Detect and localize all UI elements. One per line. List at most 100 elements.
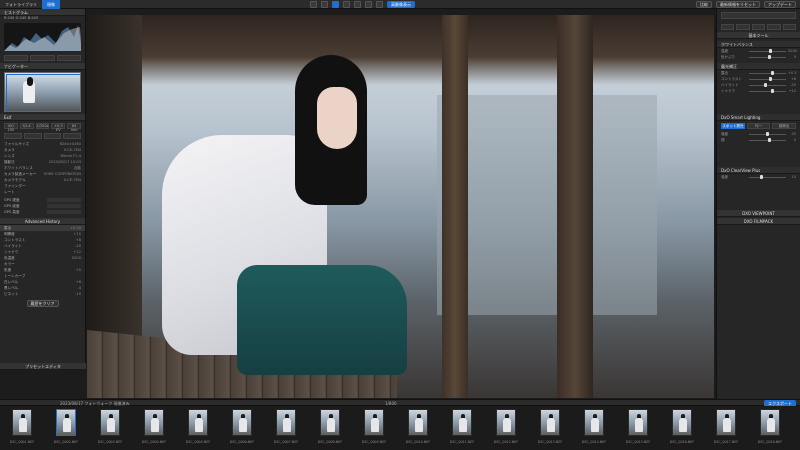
filmstrip-thumbnail[interactable]: DSC_0008.NEF [311,409,349,447]
navigator-title: ナビゲーター [4,64,28,69]
zoom-100-button[interactable] [321,1,328,8]
palette-icon[interactable] [721,24,735,30]
high-res-view-button[interactable]: 高解像表示 [387,1,415,8]
gps-field[interactable] [47,198,81,202]
thumbnail-image [320,409,340,436]
thumbnail-image [408,409,428,436]
filmstrip-thumbnail[interactable]: DSC_0009.NEF [355,409,393,447]
navigator-preview[interactable] [4,72,81,112]
filmstrip-thumbnail[interactable]: DSC_0011.NEF [443,409,481,447]
image-viewer[interactable] [87,15,714,398]
filmpack-footer[interactable]: DXO FILMPACK [717,218,800,225]
filmstrip-thumbnail[interactable]: DSC_0004.NEF [135,409,173,447]
update-button[interactable]: アップデート [764,1,796,8]
histogram-info-row: R:245 G:245 B:245 [0,16,85,21]
shadows-slider[interactable]: シャドウ +12 [721,88,796,94]
filmstrip-thumbnail[interactable]: DSC_0018.NEF [751,409,789,447]
clip-highlights-button[interactable] [30,55,55,61]
mask-tool-button[interactable] [365,1,372,8]
photo-roof [87,15,714,85]
smart-lighting-face-slider[interactable]: 顔0 [721,137,796,143]
fit-view-button[interactable] [310,1,317,8]
exif-tool-a[interactable] [4,133,22,139]
face-detect-button[interactable]: 顔検出 [772,123,797,129]
thumbnail-filename: DSC_0011.NEF [449,440,475,444]
exif-tool-d[interactable] [63,133,81,139]
filmstrip-thumbnail[interactable]: DSC_0006.NEF [223,409,261,447]
exif-tool-c[interactable] [43,133,62,139]
thumbnail-image [540,409,560,436]
compare-button[interactable] [332,1,339,8]
reset-workspace-button[interactable]: 最新情報をリセット [716,1,760,8]
thumbnail-filename: DSC_0010.NEF [405,440,431,444]
basic-tools-header[interactable]: 基本ツール [717,32,800,39]
spot-metering-button[interactable]: スポット測光 [721,123,745,129]
filmstrip-thumbnail[interactable]: DSC_0015.NEF [619,409,657,447]
history-header[interactable]: Advanced History [0,218,85,225]
filmstrip-thumbnail[interactable]: DSC_0013.NEF [531,409,569,447]
horizon-tool-button[interactable] [376,1,383,8]
color-icon[interactable] [751,24,766,30]
view-tools: 高解像表示 [310,1,415,8]
compare-toggle[interactable]: 比較 [696,1,712,8]
uniform-button[interactable]: 均一 [746,123,771,129]
clearview-strength-slider[interactable]: 強度 10 [721,174,796,180]
exif-tool-b[interactable] [23,133,42,139]
thumbnail-image [628,409,648,436]
geometry-icon[interactable] [782,24,797,30]
tool-search-field[interactable] [721,12,796,19]
histogram-header[interactable]: ヒストグラム [0,9,85,16]
clearview-header[interactable]: DxO ClearView Plus [717,167,800,174]
thumbnail-filename: DSC_0008.NEF [317,440,343,444]
filmstrip-thumbnail[interactable]: DSC_0002.NEF [47,409,85,447]
retouch-tool-button[interactable] [354,1,361,8]
viewpoint-footer[interactable]: DXO VIEWPOINT [717,210,800,217]
detail-icon[interactable] [767,24,781,30]
thumbnail-filename: DSC_0003.NEF [97,440,123,444]
thumbnail-filename: DSC_0012.NEF [493,440,519,444]
thumbnail-filename: DSC_0009.NEF [361,440,387,444]
wb-section-header[interactable]: ホワイトバランス [717,41,800,48]
left-panel: ヒストグラム R:245 G:245 B:245 ナビゲーター Exif ISO… [0,9,86,370]
exif-header[interactable]: Exif [0,114,85,121]
gps-field[interactable] [47,204,81,208]
light-icon[interactable] [736,24,750,30]
filmstrip-thumbnail[interactable]: DSC_0003.NEF [91,409,129,447]
thumbnail-image [584,409,604,436]
filmstrip-thumbnail[interactable]: DSC_0014.NEF [575,409,613,447]
thumbnail-filename: DSC_0001.NEF [9,440,35,444]
top-right-tools: 比較 最新情報をリセット アップデート [696,1,796,8]
top-toolbar: フォトライブラリ 現像 高解像表示 比較 最新情報をリセット アップデート [0,0,800,9]
thumbnail-filename: DSC_0015.NEF [625,440,651,444]
clip-shadows-button[interactable] [4,55,29,61]
filmstrip-thumbnail[interactable]: DSC_0012.NEF [487,409,525,447]
crop-tool-button[interactable] [343,1,350,8]
clear-history-button[interactable]: 履歴をクリア [26,300,59,307]
navigator-header[interactable]: ナビゲーター [0,63,85,70]
exif-aperture: f/1.4 [19,123,34,129]
filmstrip-thumbnail[interactable]: DSC_0016.NEF [663,409,701,447]
exif-rows: ファイルサイズ 6240×4160 カメラ ILCE-7M4 レンズ 85mm F1.… [0,141,85,195]
thumbnail-image [364,409,384,436]
filmstrip-thumbnail[interactable]: DSC_0010.NEF [399,409,437,447]
gps-row: GPS 高度 [0,209,85,215]
filmstrip-thumbnail[interactable]: DSC_0001.NEF [3,409,41,447]
exif-iso: ISO 100 [4,123,18,132]
filmstrip-thumbnail[interactable]: DSC_0005.NEF [179,409,217,447]
history-item[interactable]: ビネット -10 [0,291,85,297]
tab-photo-library[interactable]: フォトライブラリ [0,0,42,9]
thumbnail-image [56,409,76,436]
smart-lighting-header[interactable]: DxO Smart Lighting [717,114,800,121]
gps-field[interactable] [47,210,81,214]
tab-develop[interactable]: 現像 [42,0,60,9]
exposure-section-header[interactable]: 露光補正 [717,63,800,70]
filmstrip-thumbnail[interactable]: DSC_0007.NEF [267,409,305,447]
filmstrip-thumbnail[interactable]: DSC_0017.NEF [707,409,745,447]
thumbnail-filename: DSC_0017.NEF [713,440,739,444]
navigator-viewport-frame[interactable] [6,74,80,111]
preset-editor-footer[interactable]: プリセットエディタ [0,363,86,370]
wb-tint-slider[interactable]: 色かぶり 0 [721,54,796,60]
histogram-mode-button[interactable] [56,55,81,61]
thumbnail-image [232,409,252,436]
thumbnail-filename: DSC_0013.NEF [537,440,563,444]
